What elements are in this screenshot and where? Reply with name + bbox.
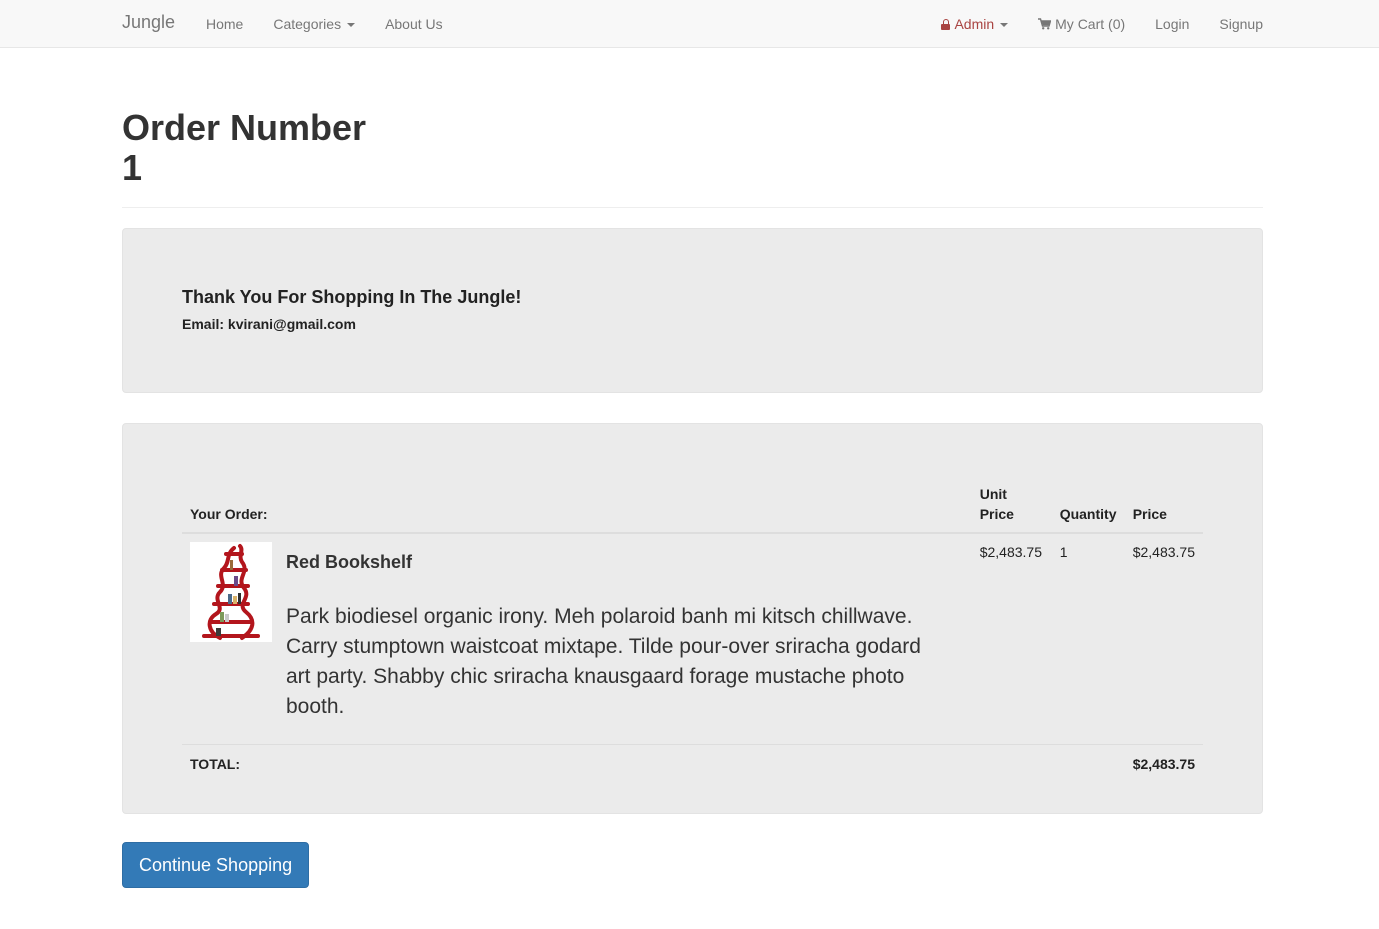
page-title-line1: Order Number <box>122 107 367 148</box>
top-navbar: Jungle Home Categories About Us Admin My… <box>0 0 1379 48</box>
product-image <box>190 542 272 642</box>
page-header: Order Number 1 <box>122 108 1263 208</box>
col-price: Price <box>1124 476 1203 534</box>
caret-down-icon <box>1000 22 1009 27</box>
shopping-cart-icon <box>1038 17 1052 29</box>
product-description: Park biodiesel organic irony. Meh polaro… <box>286 605 921 718</box>
brand-link[interactable]: Jungle <box>122 12 175 33</box>
main-container: Order Number 1 Thank You For Shopping In… <box>122 48 1263 888</box>
page-title: Order Number 1 <box>122 108 1263 188</box>
total-value: $2,483.75 <box>1124 744 1203 782</box>
nav-categories-dropdown[interactable]: Categories <box>273 15 356 32</box>
nav-cart-label: My Cart (0) <box>1055 15 1126 32</box>
nav-left: Home Categories About Us <box>206 0 443 47</box>
order-panel: Your Order: Unit Price Quantity Price Re… <box>122 423 1263 814</box>
nav-home-link[interactable]: Home <box>206 16 243 32</box>
nav-signup-link[interactable]: Signup <box>1219 16 1263 32</box>
unit-price-cell: $2,483.75 <box>979 544 1042 560</box>
nav-login-link[interactable]: Login <box>1155 16 1189 32</box>
total-label: TOTAL: <box>182 744 1125 782</box>
lock-icon <box>941 18 951 30</box>
nav-admin-dropdown[interactable]: Admin <box>941 15 1009 32</box>
col-quantity: Quantity <box>1051 476 1125 534</box>
order-number: 1 <box>122 147 143 188</box>
order-table-header: Your Order: Unit Price Quantity Price <box>182 476 1203 534</box>
product-details-cell: Red Bookshelf Park biodiesel organic iro… <box>278 533 972 745</box>
table-row: Red Bookshelf Park biodiesel organic iro… <box>182 533 1203 745</box>
order-email: Email: kvirani@gmail.com <box>182 316 356 332</box>
nav-right: Admin My Cart (0) Login Signup <box>941 0 1263 47</box>
nav-categories-label: Categories <box>273 15 342 32</box>
quantity-cell: 1 <box>1059 544 1068 560</box>
product-image-cell <box>182 533 278 745</box>
caret-down-icon <box>347 22 356 27</box>
price-cell: $2,483.75 <box>1132 544 1195 560</box>
total-row: TOTAL: $2,483.75 <box>182 744 1203 782</box>
thank-you-panel: Thank You For Shopping In The Jungle! Em… <box>122 228 1263 393</box>
nav-admin-label: Admin <box>954 15 995 32</box>
continue-shopping-button[interactable]: Continue Shopping <box>122 842 310 888</box>
navbar-inner: Jungle Home Categories About Us Admin My… <box>122 0 1263 47</box>
product-name: Red Bookshelf <box>286 552 413 572</box>
col-your-order: Your Order: <box>182 476 972 534</box>
order-table: Your Order: Unit Price Quantity Price Re… <box>182 476 1203 782</box>
thank-you-heading: Thank You For Shopping In The Jungle! <box>182 287 522 307</box>
col-unit-price: Unit Price <box>971 476 1052 534</box>
nav-cart-link[interactable]: My Cart (0) <box>1038 16 1125 32</box>
nav-about-link[interactable]: About Us <box>385 16 443 32</box>
